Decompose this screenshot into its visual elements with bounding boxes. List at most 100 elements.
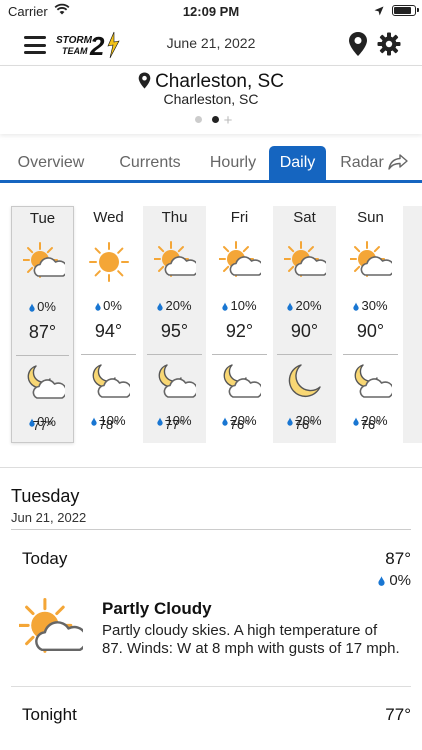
partly-cloudy-night-icon xyxy=(350,361,394,403)
day-name: Thu xyxy=(161,209,188,226)
tab-overview[interactable]: Overview xyxy=(6,146,96,180)
day-precip-value: 20% xyxy=(295,298,322,313)
day-name: Tue xyxy=(29,210,56,227)
detail-day-title: Tuesday xyxy=(11,486,80,506)
high-temp: 90° xyxy=(290,321,319,341)
day-precip-value: 20% xyxy=(165,298,192,313)
location-pin-icon[interactable] xyxy=(347,31,369,57)
partly-cloudy-day-icon xyxy=(17,598,88,662)
header-date: June 21, 2022 xyxy=(166,35,256,51)
day-name: Wed xyxy=(93,209,124,226)
tab-currents[interactable]: Currents xyxy=(104,146,196,180)
high-temp: 87° xyxy=(28,322,57,342)
tab-label: Currents xyxy=(119,154,181,171)
next-day-column-partial[interactable] xyxy=(403,206,422,443)
day-name: Fri xyxy=(230,209,249,226)
page-dot-active[interactable] xyxy=(211,116,219,123)
day-column[interactable]: Sun 30% 90° 20% 76° xyxy=(339,206,402,443)
location-panel[interactable]: Charleston, SC Charleston, SC + xyxy=(0,66,422,134)
divider xyxy=(277,354,332,355)
app-header: STORM TEAM 2 June 21, 2022 xyxy=(0,22,422,66)
detail-date: Jun 21, 2022 xyxy=(11,510,87,525)
today-high: 87° xyxy=(385,549,411,568)
day-precip: 0% xyxy=(77,298,140,313)
location-pager[interactable]: + xyxy=(0,112,422,129)
status-time: 12:09 PM xyxy=(182,4,240,19)
low-temp: 77° xyxy=(32,418,53,433)
day-column[interactable]: Thu 20% 95° 10% 77° xyxy=(143,206,206,443)
partly-cloudy-day-icon xyxy=(22,242,68,284)
day-column[interactable]: Sat 20% 90° 20% 76° xyxy=(273,206,336,443)
high-temp: 92° xyxy=(225,321,254,341)
status-bar: Carrier 12:09 PM xyxy=(0,0,422,22)
location-subtitle: Charleston, SC xyxy=(163,91,259,107)
raindrop-icon xyxy=(157,302,164,311)
day-precip: 20% xyxy=(273,298,336,313)
low-temp: 76° xyxy=(360,417,381,432)
add-location-icon[interactable]: + xyxy=(224,112,233,129)
raindrop-icon xyxy=(378,576,385,586)
partly-cloudy-day-icon xyxy=(283,241,329,283)
raindrop-icon xyxy=(29,303,35,312)
partly-cloudy-night-icon xyxy=(23,362,67,404)
map-pin-icon xyxy=(138,72,151,89)
tab-label: Radar xyxy=(340,154,384,171)
daily-forecast-strip[interactable]: Tue 0% 87° 0% 77° Wed 0% 94° 10% 78° Thu 20% 95° 10% 7… xyxy=(0,183,422,468)
divider xyxy=(212,354,267,355)
day-column[interactable]: Tue 0% 87° 0% 77° xyxy=(11,206,74,443)
tab-label: Daily xyxy=(279,154,316,171)
day-precip-value: 30% xyxy=(361,298,388,313)
divider xyxy=(147,354,202,355)
high-temp: 95° xyxy=(160,321,189,341)
high-temp: 90° xyxy=(356,321,385,341)
battery-icon xyxy=(392,5,419,16)
location-title: Charleston, SC xyxy=(155,71,284,92)
day-name: Sun xyxy=(357,209,384,226)
low-temp: 78° xyxy=(98,417,119,432)
partly-cloudy-day-icon xyxy=(218,241,264,283)
day-precip: 10% xyxy=(208,298,271,313)
day-precip: 20% xyxy=(143,298,206,313)
day-column[interactable]: Wed 0% 94° 10% 78° xyxy=(77,206,140,443)
tab-radar[interactable]: Radar xyxy=(334,146,414,180)
day-column[interactable]: Fri 10% 92° 20% 76° xyxy=(208,206,271,443)
share-arrow-icon xyxy=(388,154,408,170)
menu-icon[interactable] xyxy=(24,36,46,54)
tab-daily[interactable]: Daily xyxy=(269,146,326,180)
day-name: Sat xyxy=(293,209,316,226)
partly-cloudy-night-icon xyxy=(154,361,198,403)
today-label: Today xyxy=(22,549,68,568)
tab-label: Overview xyxy=(17,154,85,171)
today-precip-value: 0% xyxy=(389,572,411,589)
gear-icon[interactable] xyxy=(377,32,401,56)
tab-label: Hourly xyxy=(209,154,257,171)
tonight-low: 77° xyxy=(385,705,411,724)
raindrop-icon xyxy=(287,302,294,311)
svg-text:STORM: STORM xyxy=(56,35,93,46)
page-dot[interactable] xyxy=(194,116,202,123)
condition-description: Partly cloudy skies. A high temperature … xyxy=(102,622,400,657)
partly-cloudy-night-icon xyxy=(88,361,132,403)
forecast-tabs: Overview Currents Hourly Daily Radar xyxy=(0,146,422,183)
low-temp: 76° xyxy=(229,417,250,432)
partly-cloudy-night-icon xyxy=(219,361,263,403)
svg-text:2: 2 xyxy=(89,31,105,61)
low-temp: 76° xyxy=(294,417,315,432)
tab-hourly[interactable]: Hourly xyxy=(200,146,266,180)
svg-text:TEAM: TEAM xyxy=(62,46,88,56)
tonight-label: Tonight xyxy=(22,705,77,724)
day-precip-value: 10% xyxy=(230,298,257,313)
day-precip-value: 0% xyxy=(37,299,56,314)
raindrop-icon xyxy=(353,302,360,311)
storm-team-2-logo: STORM TEAM 2 xyxy=(56,31,120,61)
location-title-row: Charleston, SC xyxy=(0,71,422,93)
divider xyxy=(16,355,69,356)
divider xyxy=(343,354,398,355)
raindrop-icon xyxy=(95,302,101,311)
partly-cloudy-day-icon xyxy=(349,241,395,283)
day-precip: 30% xyxy=(339,298,402,313)
divider xyxy=(81,354,136,355)
clear-night-icon xyxy=(284,361,326,403)
divider xyxy=(11,686,411,687)
today-precip: 0% xyxy=(378,572,411,589)
